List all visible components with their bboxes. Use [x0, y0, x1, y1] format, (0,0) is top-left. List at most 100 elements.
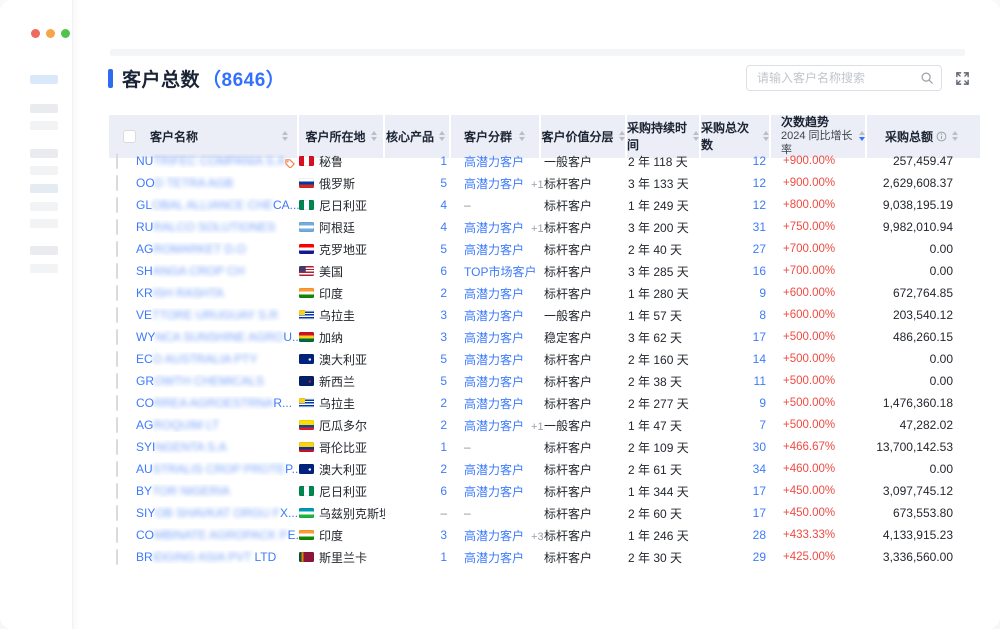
row-checkbox[interactable] — [116, 417, 118, 433]
core-products-count[interactable]: 3 — [385, 330, 451, 344]
column-header-core[interactable]: 核心产品 — [385, 115, 451, 158]
customer-name-link[interactable]: VETTORE URUGUAY S.R — [136, 308, 299, 322]
segment-link[interactable]: 高潜力客户 — [464, 177, 524, 191]
customer-name-link[interactable]: SIYOB SHAVKAT ORGU FX... — [136, 506, 299, 520]
sidebar-nav-placeholder[interactable] — [30, 264, 58, 273]
purchase-count-link[interactable]: 31 — [701, 220, 771, 234]
core-products-count[interactable]: 3 — [385, 528, 451, 542]
row-checkbox[interactable] — [116, 395, 118, 411]
customer-name-link[interactable]: SYINGENTA S.A — [136, 440, 299, 454]
customer-name-link[interactable]: GLOBAL ALLIANCE CHECA... — [136, 198, 299, 212]
customer-name-link[interactable]: CORREA AGROESTRNAR... — [136, 396, 299, 410]
segment-link[interactable]: 高潜力客户 — [464, 221, 524, 235]
sidebar-nav-placeholder[interactable] — [30, 121, 58, 130]
minimize-window-button[interactable] — [46, 29, 55, 38]
column-header-count[interactable]: 采购总次数 — [701, 115, 771, 158]
info-icon[interactable] — [936, 131, 947, 142]
sidebar-nav-placeholder[interactable] — [30, 202, 58, 211]
purchase-count-link[interactable]: 27 — [701, 242, 771, 256]
row-checkbox[interactable] — [116, 307, 118, 323]
customer-name-link[interactable]: NUTRIFEC COMPANIA S.A — [136, 154, 299, 168]
close-window-button[interactable] — [31, 29, 40, 38]
row-checkbox[interactable] — [116, 197, 118, 213]
customer-name-link[interactable]: BYTOR NIGERIA — [136, 484, 299, 498]
customer-name-link[interactable]: AGROMARKET D.O — [136, 242, 299, 256]
segment-link[interactable]: 高潜力客户 — [464, 397, 524, 411]
sidebar-nav-placeholder[interactable] — [30, 75, 58, 84]
purchase-count-link[interactable]: 12 — [701, 176, 771, 190]
customer-name-link[interactable]: COMBINATE AGROPACK PE... — [136, 528, 299, 542]
row-checkbox[interactable] — [116, 461, 118, 477]
customer-name-link[interactable]: RURALCO SOLUTIONES — [136, 220, 299, 234]
column-header-segment[interactable]: 客户分群 — [451, 115, 541, 158]
segment-link[interactable]: 高潜力客户 — [464, 485, 524, 499]
customer-name-link[interactable]: AUSTRALIS CROP PROTEP... — [136, 462, 299, 476]
segment-link[interactable]: TOP市场客户 — [464, 265, 536, 279]
row-checkbox[interactable] — [116, 351, 118, 367]
core-products-count[interactable]: 2 — [385, 462, 451, 476]
fullscreen-icon[interactable] — [955, 71, 970, 86]
purchase-count-link[interactable]: 28 — [701, 528, 771, 542]
zoom-window-button[interactable] — [61, 29, 70, 38]
segment-link[interactable]: 高潜力客户 — [464, 419, 524, 433]
row-checkbox[interactable] — [116, 219, 118, 235]
column-header-name[interactable]: 客户名称 — [109, 115, 299, 158]
column-header-location[interactable]: 客户所在地 — [299, 115, 385, 158]
segment-link[interactable]: 高潜力客户 — [464, 551, 524, 565]
segment-link[interactable]: 高潜力客户 — [464, 309, 524, 323]
row-checkbox[interactable] — [116, 285, 118, 301]
customer-name-link[interactable]: GROWTH CHEMICALS — [136, 374, 299, 388]
purchase-count-link[interactable]: 11 — [701, 374, 771, 388]
customer-name-link[interactable]: AGROQUIM LT — [136, 418, 299, 432]
purchase-count-link[interactable]: 14 — [701, 352, 771, 366]
customer-name-link[interactable]: ECO AUSTRALIA PTY — [136, 352, 299, 366]
search-input[interactable] — [746, 65, 942, 91]
row-checkbox[interactable] — [116, 505, 118, 521]
segment-link[interactable]: 高潜力客户 — [464, 243, 524, 257]
sidebar-nav-placeholder[interactable] — [30, 149, 58, 158]
segment-link[interactable]: 高潜力客户 — [464, 155, 524, 169]
segment-link[interactable]: 高潜力客户 — [464, 331, 524, 345]
sidebar-nav-placeholder[interactable] — [30, 166, 58, 175]
row-checkbox[interactable] — [116, 263, 118, 279]
customer-name-link[interactable]: SHANGA CROP CH — [136, 264, 299, 278]
row-checkbox[interactable] — [116, 241, 118, 257]
purchase-count-link[interactable]: 9 — [701, 396, 771, 410]
segment-link[interactable]: 高潜力客户 — [464, 375, 524, 389]
segment-link[interactable]: 高潜力客户 — [464, 529, 524, 543]
core-products-count[interactable]: 1 — [385, 154, 451, 168]
purchase-count-link[interactable]: 9 — [701, 286, 771, 300]
core-products-count[interactable]: 5 — [385, 374, 451, 388]
core-products-count[interactable]: 2 — [385, 418, 451, 432]
purchase-count-link[interactable]: 17 — [701, 330, 771, 344]
core-products-count[interactable]: 5 — [385, 242, 451, 256]
core-products-count[interactable]: 5 — [385, 176, 451, 190]
row-checkbox[interactable] — [116, 549, 118, 565]
select-all-checkbox[interactable] — [123, 130, 136, 143]
customer-name-link[interactable]: WYNCA SUNSHINE AGROU... — [136, 330, 299, 344]
purchase-count-link[interactable]: 29 — [701, 550, 771, 564]
column-header-trend[interactable]: 次数趋势2024 同比增长率 — [771, 115, 867, 158]
row-checkbox[interactable] — [116, 175, 118, 191]
search-icon[interactable] — [920, 71, 934, 85]
row-checkbox[interactable] — [116, 153, 118, 169]
purchase-count-link[interactable]: 17 — [701, 506, 771, 520]
purchase-count-link[interactable]: 12 — [701, 154, 771, 168]
core-products-count[interactable]: 5 — [385, 352, 451, 366]
purchase-count-link[interactable]: 17 — [701, 484, 771, 498]
core-products-count[interactable]: 6 — [385, 484, 451, 498]
row-checkbox[interactable] — [116, 483, 118, 499]
purchase-count-link[interactable]: 34 — [701, 462, 771, 476]
sidebar-nav-placeholder[interactable] — [30, 184, 58, 193]
sidebar-nav-placeholder[interactable] — [30, 219, 58, 228]
segment-link[interactable]: 高潜力客户 — [464, 287, 524, 301]
sidebar-nav-placeholder[interactable] — [30, 246, 58, 255]
customer-name-link[interactable]: KRISH RASHTA — [136, 286, 299, 300]
core-products-count[interactable]: 1 — [385, 440, 451, 454]
core-products-count[interactable]: 1 — [385, 550, 451, 564]
row-checkbox[interactable] — [116, 527, 118, 543]
column-header-amount[interactable]: 采购总额 — [867, 115, 980, 158]
core-products-count[interactable]: 2 — [385, 396, 451, 410]
core-products-count[interactable]: 4 — [385, 220, 451, 234]
customer-name-link[interactable]: BRIDGING ASIA PVT LTD — [136, 550, 299, 564]
